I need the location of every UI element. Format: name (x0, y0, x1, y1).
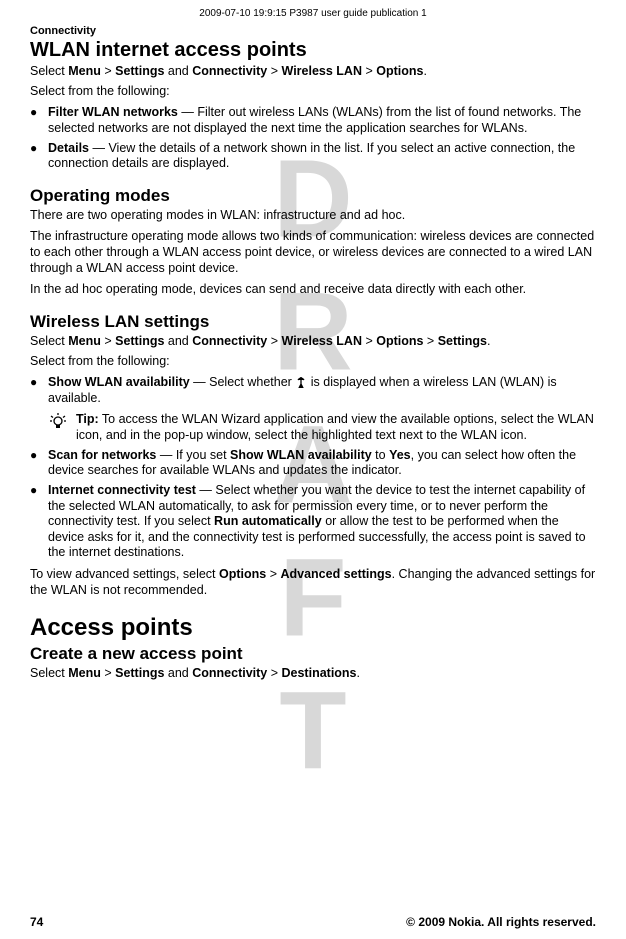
nav-item: Connectivity (192, 666, 267, 680)
tip-block: Tip: To access the WLAN Wizard applicati… (30, 412, 596, 443)
page-footer: 74 © 2009 Nokia. All rights reserved. (30, 915, 596, 929)
option-label: Show WLAN availability (48, 375, 190, 389)
text-bold: Show WLAN availability (230, 448, 372, 462)
heading-wlan-iap: WLAN internet access points (30, 39, 596, 62)
separator: > (267, 666, 281, 680)
nav-item: Connectivity (192, 64, 267, 78)
nav-item: Menu (68, 334, 101, 348)
heading-access-points: Access points (30, 614, 596, 642)
options-list-2: Show WLAN availability — Select whether … (30, 375, 596, 406)
separator: > (362, 334, 376, 348)
text: Select from the following: (30, 84, 596, 100)
option-text: — View the details of a network shown in… (48, 141, 575, 171)
nav-item: Settings (115, 64, 164, 78)
section-label: Connectivity (30, 25, 596, 37)
nav-item: Destinations (282, 666, 357, 680)
options-list-1: Filter WLAN networks — Filter out wirele… (30, 105, 596, 172)
nav-path-2: Select Menu > Settings and Connectivity … (30, 334, 596, 350)
text: Select (30, 334, 68, 348)
lightbulb-icon (48, 412, 68, 433)
text: and (164, 666, 192, 680)
advanced-settings-text: To view advanced settings, select Option… (30, 567, 596, 598)
text: Select (30, 64, 68, 78)
option-label: Scan for networks (48, 448, 156, 462)
nav-item: Settings (115, 666, 164, 680)
list-item: Details — View the details of a network … (30, 141, 596, 172)
wlan-signal-icon (296, 377, 306, 388)
separator: > (101, 666, 115, 680)
nav-item: Settings (115, 334, 164, 348)
option-label: Internet connectivity test (48, 483, 196, 497)
separator: > (101, 64, 115, 78)
copyright: © 2009 Nokia. All rights reserved. (406, 915, 596, 929)
page-number: 74 (30, 915, 43, 929)
text-bold: Yes (389, 448, 411, 462)
list-item: Internet connectivity test — Select whet… (30, 483, 596, 561)
separator: > (423, 334, 437, 348)
nav-item: Options (376, 334, 423, 348)
nav-item: Wireless LAN (282, 64, 362, 78)
text: — If you set (156, 448, 230, 462)
nav-item: Settings (438, 334, 487, 348)
tip-label: Tip: (76, 412, 99, 426)
tip-text: Tip: To access the WLAN Wizard applicati… (76, 412, 596, 443)
separator: > (362, 64, 376, 78)
text: Select (30, 666, 68, 680)
nav-item: Connectivity (192, 334, 267, 348)
nav-item: Options (219, 567, 266, 581)
separator: > (267, 334, 281, 348)
text: To access the WLAN Wizard application an… (76, 412, 594, 442)
nav-path-3: Select Menu > Settings and Connectivity … (30, 666, 596, 682)
text: To view advanced settings, select (30, 567, 219, 581)
text: There are two operating modes in WLAN: i… (30, 208, 596, 224)
text: Select from the following: (30, 354, 596, 370)
text: . (423, 64, 426, 78)
nav-item: Menu (68, 64, 101, 78)
separator: > (101, 334, 115, 348)
separator: > (266, 567, 280, 581)
nav-item: Advanced settings (280, 567, 391, 581)
separator: > (267, 64, 281, 78)
list-item: Scan for networks — If you set Show WLAN… (30, 448, 596, 479)
text: . (487, 334, 490, 348)
text: The infrastructure operating mode allows… (30, 229, 596, 276)
list-item: Filter WLAN networks — Filter out wirele… (30, 105, 596, 136)
text: In the ad hoc operating mode, devices ca… (30, 282, 596, 298)
nav-item: Options (376, 64, 423, 78)
nav-item: Menu (68, 666, 101, 680)
text-bold: Run automatically (214, 514, 322, 528)
list-item: Show WLAN availability — Select whether … (30, 375, 596, 406)
heading-create-ap: Create a new access point (30, 644, 596, 664)
text: . (357, 666, 360, 680)
nav-path-1: Select Menu > Settings and Connectivity … (30, 64, 596, 80)
text: and (164, 334, 192, 348)
heading-operating-modes: Operating modes (30, 186, 596, 206)
option-text: — Select whether (190, 375, 296, 389)
nav-item: Wireless LAN (282, 334, 362, 348)
options-list-3: Scan for networks — If you set Show WLAN… (30, 448, 596, 561)
meta-header: 2009-07-10 19:9:15 P3987 user guide publ… (30, 8, 596, 19)
text: to (372, 448, 389, 462)
text: and (164, 64, 192, 78)
option-label: Filter WLAN networks (48, 105, 178, 119)
heading-wlan-settings: Wireless LAN settings (30, 312, 596, 332)
option-label: Details (48, 141, 89, 155)
